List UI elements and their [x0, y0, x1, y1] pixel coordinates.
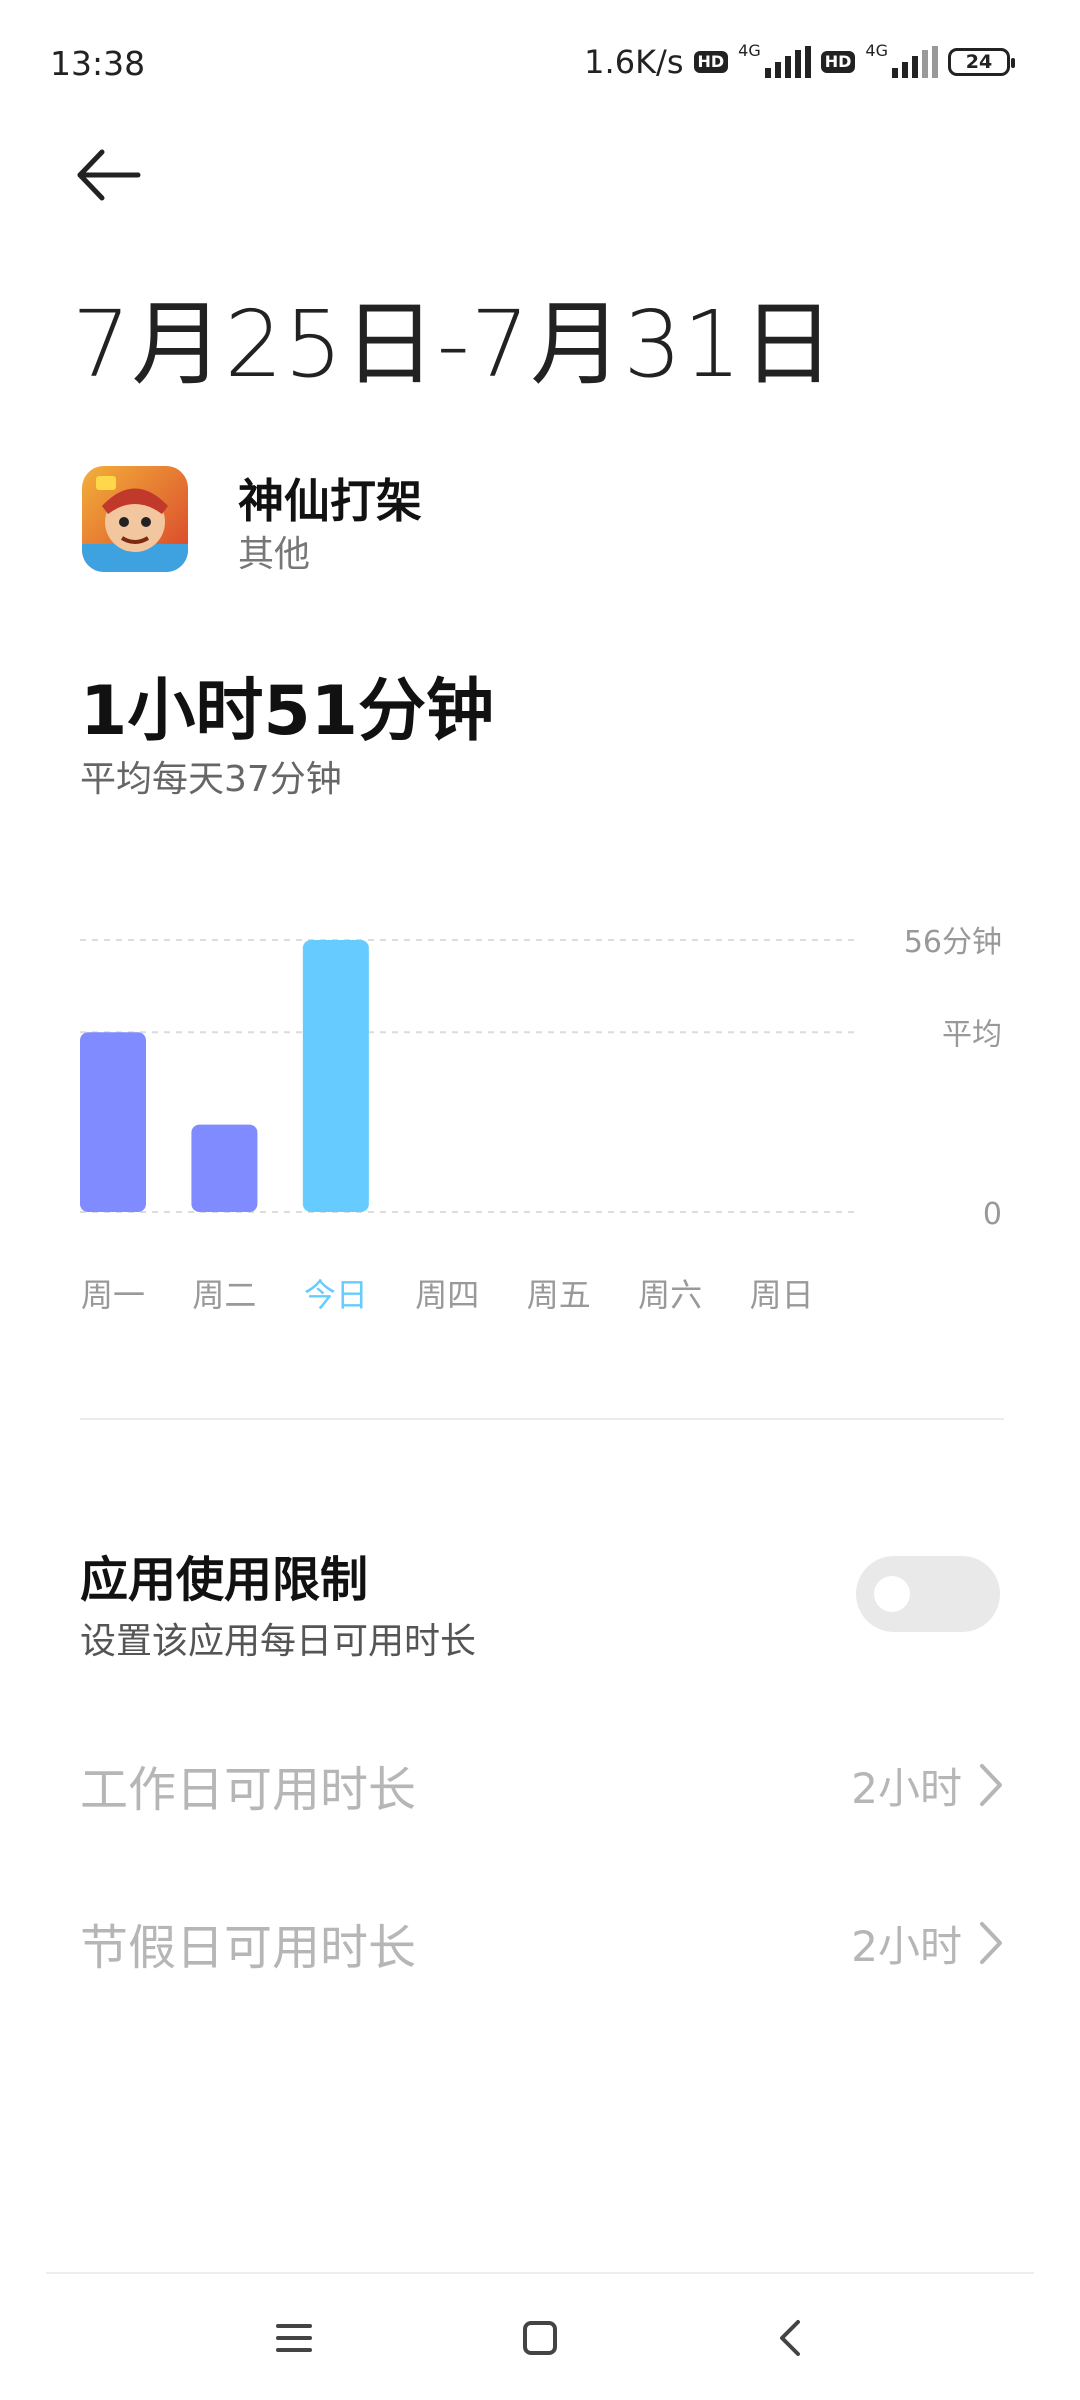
sim2-network-label: 4G [865, 40, 888, 60]
app-limit-toggle[interactable] [856, 1556, 1000, 1632]
back-chevron-icon [780, 2320, 800, 2356]
weekday-limit-row[interactable]: 工作日可用时长 2小时 [80, 1740, 1004, 1830]
y-tick-label: 56分钟 [904, 925, 1002, 960]
app-category: 其他 [238, 534, 311, 575]
battery-icon: 24 [948, 48, 1015, 76]
status-time: 13:38 [50, 44, 146, 83]
x-tick-label[interactable]: 周一 [81, 1276, 145, 1314]
app-limit-subtitle: 设置该应用每日可用时长 [80, 1621, 477, 1662]
nav-divider [46, 2272, 1034, 2274]
x-tick-label[interactable]: 周四 [415, 1276, 479, 1314]
section-divider [80, 1418, 1004, 1420]
app-limit-title: 应用使用限制 [80, 1552, 369, 1608]
x-tick-label[interactable]: 周五 [527, 1276, 591, 1314]
total-usage-time: 1小时51分钟 [80, 672, 494, 751]
app-icon [82, 466, 188, 572]
x-tick-label[interactable]: 周六 [638, 1276, 702, 1314]
chevron-right-icon [980, 1922, 1002, 1964]
x-tick-label[interactable]: 今日 [304, 1276, 368, 1314]
y-tick-label: 0 [983, 1197, 1002, 1232]
x-tick-label[interactable]: 周二 [192, 1276, 256, 1314]
battery-level: 24 [965, 51, 993, 73]
toggle-knob [874, 1576, 910, 1612]
signal-icon [764, 46, 811, 78]
holiday-limit-label: 节假日可用时长 [80, 1920, 417, 1976]
chart-bar[interactable] [191, 1124, 258, 1212]
app-name: 神仙打架 [238, 474, 422, 528]
chart-bar[interactable] [80, 1032, 146, 1212]
status-indicators: 1.6K/s HD 4G HD 4G 24 [584, 40, 1015, 84]
hd-badge: HD [693, 51, 729, 73]
average-usage: 平均每天37分钟 [80, 759, 342, 800]
nav-back-button[interactable] [740, 2300, 840, 2376]
signal-icon-2 [892, 46, 938, 78]
network-speed: 1.6K/s [584, 43, 684, 81]
sim1-network-label: 4G [738, 40, 761, 60]
weekday-limit-value: 2小时 [851, 1763, 962, 1813]
menu-icon [276, 2324, 312, 2352]
back-button[interactable] [72, 140, 152, 210]
weekday-limit-label: 工作日可用时长 [80, 1762, 417, 1818]
x-tick-label[interactable]: 周日 [750, 1276, 814, 1314]
holiday-limit-value: 2小时 [851, 1921, 962, 1971]
weekly-usage-chart: 56分钟平均 0 周一 周二 今日 周四 周五 周六 周日 [80, 925, 1002, 1314]
chevron-right-icon [980, 1764, 1002, 1806]
y-tick-label: 平均 [942, 1017, 1002, 1052]
date-range-title: 7月25日-7月31日 [72, 291, 836, 398]
hd-badge-2: HD [820, 51, 856, 73]
home-square-icon [523, 2321, 557, 2355]
home-button[interactable] [490, 2300, 590, 2376]
arrow-left-icon [77, 149, 141, 201]
chart-bar[interactable] [302, 940, 369, 1212]
menu-button[interactable] [244, 2300, 344, 2376]
holiday-limit-row[interactable]: 节假日可用时长 2小时 [80, 1898, 1004, 1988]
